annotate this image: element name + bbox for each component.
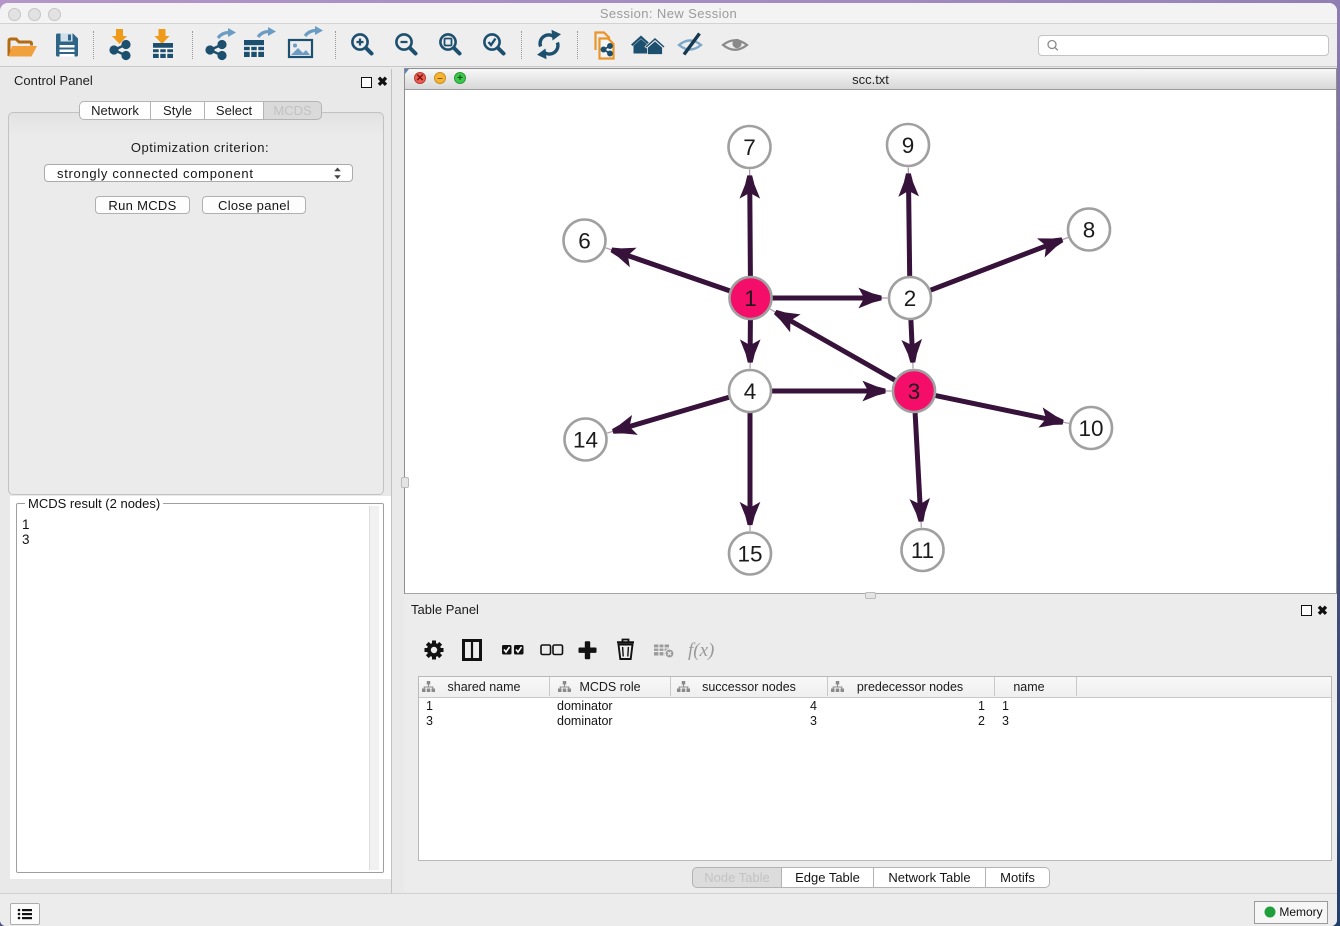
- svg-text:14: 14: [573, 427, 598, 452]
- svg-text:11: 11: [911, 538, 934, 563]
- svg-text:3: 3: [908, 379, 921, 404]
- svg-text:7: 7: [743, 135, 756, 160]
- svg-text:8: 8: [1083, 217, 1096, 242]
- svg-text:4: 4: [744, 379, 757, 404]
- svg-text:2: 2: [904, 286, 917, 311]
- svg-text:f(x): f(x): [688, 640, 714, 661]
- svg-text:10: 10: [1078, 416, 1103, 441]
- svg-text:15: 15: [737, 541, 762, 566]
- svg-text:6: 6: [578, 228, 591, 253]
- svg-text:9: 9: [902, 133, 915, 158]
- svg-text:1: 1: [744, 286, 757, 311]
